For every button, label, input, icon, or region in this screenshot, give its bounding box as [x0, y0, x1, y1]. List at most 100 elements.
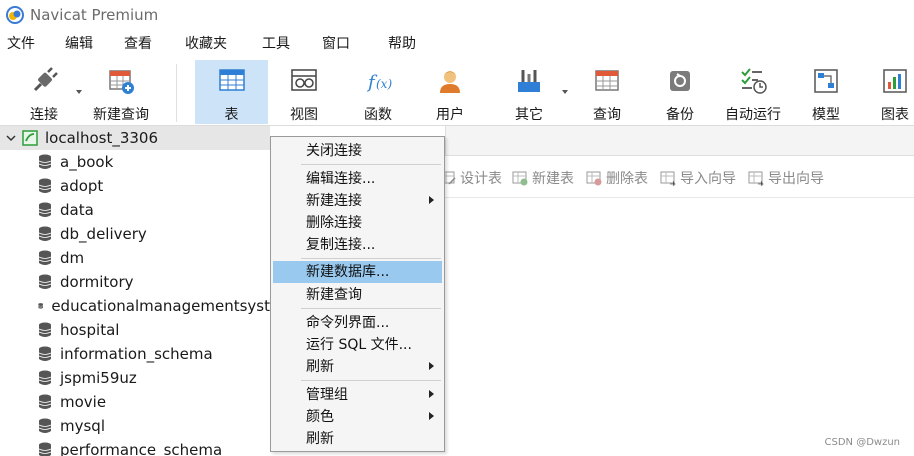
- database-icon: [38, 394, 52, 409]
- database-item[interactable]: a_book: [0, 150, 270, 174]
- user-button[interactable]: 用户: [420, 60, 480, 124]
- database-item[interactable]: performance_schema: [0, 438, 270, 456]
- delete-table-label: 删除表: [606, 171, 648, 187]
- menu-tools[interactable]: 工具: [262, 30, 290, 58]
- database-icon: [38, 274, 52, 289]
- design-table-button[interactable]: 设计表: [440, 168, 502, 188]
- menu-help[interactable]: 帮助: [388, 30, 416, 58]
- database-name: a_book: [60, 153, 114, 171]
- database-item[interactable]: mysql: [0, 414, 270, 438]
- new-table-label: 新建表: [532, 171, 574, 187]
- database-icon: [38, 322, 52, 337]
- backup-icon: [670, 71, 690, 91]
- database-item[interactable]: db_delivery: [0, 222, 270, 246]
- function-button[interactable]: f (x) 函数: [348, 60, 408, 124]
- tools-icon: [518, 70, 540, 92]
- menu-window[interactable]: 窗口: [322, 30, 350, 58]
- database-name: dm: [60, 249, 85, 267]
- database-name: dormitory: [60, 273, 134, 291]
- connect-caret-icon[interactable]: [76, 90, 82, 94]
- automation-icon: [741, 68, 767, 94]
- menu-separator: [301, 380, 441, 381]
- chart-button[interactable]: 图表: [876, 60, 914, 124]
- user-label: 用户: [436, 107, 464, 123]
- automation-button[interactable]: 自动运行: [718, 60, 788, 124]
- query-button[interactable]: 查询: [578, 60, 636, 124]
- view-icon: [291, 69, 317, 91]
- other-button[interactable]: 其它: [500, 60, 558, 124]
- query-label: 查询: [593, 107, 621, 123]
- export-wizard-label: 导出向导: [768, 171, 824, 187]
- database-item[interactable]: adopt: [0, 174, 270, 198]
- menu-edit[interactable]: 编辑: [65, 30, 93, 58]
- query-icon: [595, 70, 619, 91]
- menu-view[interactable]: 查看: [124, 30, 152, 58]
- menu-file[interactable]: 文件: [7, 30, 35, 58]
- design-table-label: 设计表: [460, 171, 502, 187]
- command-line-item[interactable]: 命令列界面...: [273, 312, 442, 334]
- other-label: 其它: [515, 107, 543, 123]
- chevron-down-icon[interactable]: [6, 133, 16, 143]
- main-toolbar: 连接 新建查询 表 视图 f (x) 函数 用户 其它 查询 备份 自动运行 模…: [0, 58, 914, 126]
- table-button[interactable]: 表: [195, 60, 268, 124]
- close-connection-item[interactable]: 关闭连接: [273, 140, 442, 162]
- database-item[interactable]: data: [0, 198, 270, 222]
- new-query-button[interactable]: 新建查询: [88, 60, 154, 124]
- export-wizard-button[interactable]: 导出向导: [748, 168, 824, 188]
- database-item[interactable]: jspmi59uz: [0, 366, 270, 390]
- refresh-item-2[interactable]: 刷新: [273, 428, 442, 450]
- view-button[interactable]: 视图: [274, 60, 334, 124]
- refresh-item[interactable]: 刷新: [273, 356, 442, 378]
- database-item[interactable]: dormitory: [0, 270, 270, 294]
- new-connection-item[interactable]: 新建连接: [273, 190, 442, 212]
- new-connection-label: 新建连接: [306, 193, 362, 209]
- title-bar: Navicat Premium: [0, 0, 914, 30]
- connect-label: 连接: [30, 107, 58, 123]
- new-database-item[interactable]: 新建数据库...: [273, 261, 442, 283]
- backup-button[interactable]: 备份: [652, 60, 708, 124]
- connection-node[interactable]: localhost_3306: [0, 126, 270, 150]
- submenu-arrow-icon: [429, 412, 434, 420]
- database-icon: [38, 202, 52, 217]
- model-icon: [814, 69, 838, 93]
- other-caret-icon[interactable]: [562, 90, 568, 94]
- edit-connection-item[interactable]: 编辑连接...: [273, 168, 442, 190]
- import-wizard-label: 导入向导: [680, 171, 736, 187]
- database-icon: [38, 370, 52, 385]
- connect-button[interactable]: 连接: [18, 60, 70, 124]
- submenu-arrow-icon: [429, 390, 434, 398]
- database-name: hospital: [60, 321, 120, 339]
- database-item[interactable]: dm: [0, 246, 270, 270]
- database-name: adopt: [60, 177, 104, 195]
- database-item[interactable]: movie: [0, 390, 270, 414]
- new-database-label: 新建数据库...: [306, 264, 390, 280]
- manage-group-item[interactable]: 管理组: [273, 384, 442, 406]
- chart-icon: [883, 69, 907, 93]
- menu-favorites[interactable]: 收藏夹: [185, 30, 227, 58]
- export-icon: [748, 171, 764, 186]
- database-icon: [38, 154, 52, 169]
- copy-connection-item[interactable]: 复制连接...: [273, 234, 442, 256]
- database-item[interactable]: hospital: [0, 318, 270, 342]
- new-table-button[interactable]: 新建表: [512, 168, 574, 188]
- run-sql-file-label: 运行 SQL 文件...: [306, 337, 412, 353]
- color-item[interactable]: 颜色: [273, 406, 442, 428]
- database-item[interactable]: information_schema: [0, 342, 270, 366]
- delete-table-button[interactable]: 删除表: [586, 168, 648, 188]
- run-sql-file-item[interactable]: 运行 SQL 文件...: [273, 334, 442, 356]
- new-query-item[interactable]: 新建查询: [273, 284, 442, 306]
- view-label: 视图: [290, 107, 318, 123]
- close-connection-label: 关闭连接: [306, 143, 362, 159]
- database-item[interactable]: educationalmanagementsyst: [0, 294, 270, 318]
- submenu-arrow-icon: [429, 196, 434, 204]
- table-label: 表: [224, 107, 239, 123]
- model-button[interactable]: 模型: [800, 60, 852, 124]
- new-table-icon: [512, 171, 528, 186]
- database-icon: [38, 178, 52, 193]
- chart-label: 图表: [881, 107, 909, 123]
- context-menu: 关闭连接 编辑连接... 新建连接 删除连接 复制连接... 新建数据库... …: [270, 136, 445, 452]
- automation-label: 自动运行: [725, 107, 781, 123]
- import-wizard-button[interactable]: 导入向导: [660, 168, 736, 188]
- refresh-label: 刷新: [306, 359, 334, 375]
- delete-connection-item[interactable]: 删除连接: [273, 212, 442, 234]
